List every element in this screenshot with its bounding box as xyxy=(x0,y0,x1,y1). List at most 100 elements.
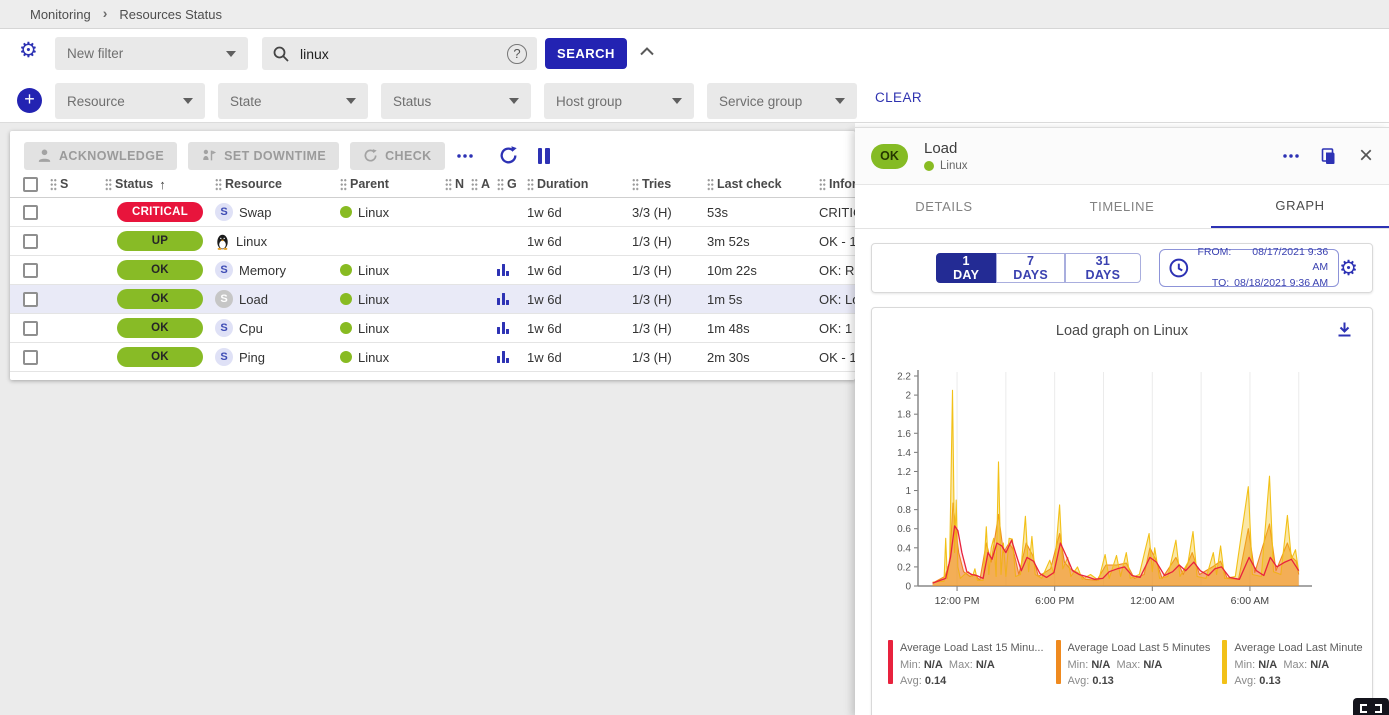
graph-icon[interactable] xyxy=(497,322,509,334)
custom-time-range-field[interactable]: FROM:08/17/2021 9:36 AM TO:08/18/2021 9:… xyxy=(1159,249,1339,287)
tab-timeline[interactable]: TIMELINE xyxy=(1033,185,1211,228)
select-all-checkbox[interactable] xyxy=(23,177,38,192)
panel-more-actions-icon[interactable] xyxy=(1282,154,1299,158)
row-checkbox[interactable] xyxy=(23,292,38,307)
row-checkbox[interactable] xyxy=(23,234,38,249)
status-filter-label: Status xyxy=(393,94,431,109)
legend-item-load-1m[interactable]: Average Load Last Minute Min: N/A Max: N… xyxy=(1222,640,1362,690)
duration-cell: 1w 6d xyxy=(527,263,632,278)
sort-ascending-icon[interactable]: ↑ xyxy=(159,177,166,192)
drag-handle-icon[interactable] xyxy=(445,178,452,191)
copy-link-icon[interactable] xyxy=(1319,146,1339,166)
tab-graph[interactable]: GRAPH xyxy=(1211,185,1389,228)
drag-handle-icon[interactable] xyxy=(527,178,534,191)
refresh-list-icon[interactable] xyxy=(498,145,519,166)
column-header-status[interactable]: Status↑ xyxy=(105,177,215,192)
column-header-parent[interactable]: Parent xyxy=(340,177,445,191)
parent-name[interactable]: Linux xyxy=(358,350,389,365)
graph-settings-gear-icon[interactable]: ⚙ xyxy=(1339,258,1358,279)
column-header-duration[interactable]: Duration xyxy=(527,177,632,191)
drag-handle-icon[interactable] xyxy=(50,178,57,191)
legend-item-load-15m[interactable]: Average Load Last 15 Minu... Min: N/A Ma… xyxy=(888,640,1044,690)
graph-icon[interactable] xyxy=(497,264,509,276)
clear-filters-button[interactable]: CLEAR xyxy=(875,90,922,105)
close-panel-icon[interactable]: × xyxy=(1359,144,1373,168)
person-icon xyxy=(37,148,52,163)
time-range-31-days-button[interactable]: 31 DAYS xyxy=(1065,253,1141,283)
resource-name[interactable]: Linux xyxy=(236,234,267,249)
column-header-graph[interactable]: G xyxy=(497,177,527,191)
tab-details[interactable]: DETAILS xyxy=(855,185,1033,228)
set-downtime-button[interactable]: SET DOWNTIME xyxy=(188,142,339,170)
drag-handle-icon[interactable] xyxy=(819,178,826,191)
drag-handle-icon[interactable] xyxy=(497,178,504,191)
table-row[interactable]: UP Linux 1w 6d 1/3 (H) 3m 52s xyxy=(10,227,855,256)
parent-status-dot xyxy=(340,206,352,218)
parent-name[interactable]: Linux xyxy=(358,321,389,336)
column-header-action[interactable]: A xyxy=(471,177,497,191)
host-group-filter-select[interactable]: Host group xyxy=(544,83,694,119)
more-actions-icon[interactable] xyxy=(456,154,473,158)
resource-name[interactable]: Swap xyxy=(239,205,272,220)
drag-handle-icon[interactable] xyxy=(707,178,714,191)
column-header-resource[interactable]: Resource xyxy=(215,177,340,191)
table-row[interactable]: OK SMemory Linux 1w 6d 1/3 (H) 10m 22s O… xyxy=(10,256,855,285)
add-criteria-button[interactable]: + xyxy=(17,88,42,113)
svg-text:0: 0 xyxy=(905,582,911,593)
row-checkbox[interactable] xyxy=(23,205,38,220)
time-range-1-day-button[interactable]: 1 DAY xyxy=(936,253,996,283)
filter-settings-gear-icon[interactable]: ⚙ xyxy=(19,40,38,61)
drag-handle-icon[interactable] xyxy=(471,178,478,191)
table-row-selected[interactable]: OK SLoad Linux 1w 6d 1/3 (H) 1m 5s OK: L… xyxy=(10,285,855,314)
saved-filter-select[interactable]: New filter xyxy=(55,37,248,70)
resource-detail-panel: OK Load Linux × DETAILS TIMELINE xyxy=(855,127,1389,715)
resource-name[interactable]: Ping xyxy=(239,350,265,365)
table-row[interactable]: OK SPing Linux 1w 6d 1/3 (H) 2m 30s OK -… xyxy=(10,343,855,372)
resource-name[interactable]: Cpu xyxy=(239,321,263,336)
row-checkbox[interactable] xyxy=(23,263,38,278)
column-header-information[interactable]: Information xyxy=(819,177,855,191)
parent-name[interactable]: Linux xyxy=(358,292,389,307)
column-header-severity[interactable]: S xyxy=(50,177,105,191)
state-filter-select[interactable]: State xyxy=(218,83,368,119)
parent-name[interactable]: Linux xyxy=(358,263,389,278)
column-header-tries[interactable]: Tries xyxy=(632,177,707,191)
column-header-last-check[interactable]: Last check xyxy=(707,177,819,191)
status-filter-select[interactable]: Status xyxy=(381,83,531,119)
tries-cell: 1/3 (H) xyxy=(632,321,707,336)
time-range-7-days-button[interactable]: 7 DAYS xyxy=(996,253,1065,283)
search-input[interactable]: linux ? xyxy=(262,37,537,70)
service-group-filter-select[interactable]: Service group xyxy=(707,83,857,119)
drag-handle-icon[interactable] xyxy=(105,178,112,191)
information-cell: OK: Loa xyxy=(819,292,855,307)
service-icon: S xyxy=(215,261,233,279)
acknowledge-button[interactable]: ACKNOWLEDGE xyxy=(24,142,177,170)
to-value[interactable]: 08/18/2021 9:36 AM xyxy=(1234,276,1328,291)
drag-handle-icon[interactable] xyxy=(215,178,222,191)
legend-item-load-5m[interactable]: Average Load Last 5 Minutes Min: N/A Max… xyxy=(1056,640,1211,690)
row-checkbox[interactable] xyxy=(23,350,38,365)
load-graph-chart[interactable]: 00.20.40.60.811.21.41.61.822.212:00 PM6:… xyxy=(882,364,1362,614)
drag-handle-icon[interactable] xyxy=(632,178,639,191)
column-header-notes[interactable]: N xyxy=(445,177,471,191)
table-row[interactable]: OK SCpu Linux 1w 6d 1/3 (H) 1m 48s OK: 1… xyxy=(10,314,855,343)
check-button[interactable]: CHECK xyxy=(350,142,444,170)
parent-name[interactable]: Linux xyxy=(358,205,389,220)
search-help-icon[interactable]: ? xyxy=(507,44,527,64)
resource-name[interactable]: Load xyxy=(239,292,268,307)
drag-handle-icon[interactable] xyxy=(340,178,347,191)
export-graph-download-icon[interactable] xyxy=(1335,320,1354,339)
breadcrumb-monitoring[interactable]: Monitoring xyxy=(30,7,91,22)
table-row[interactable]: CRITICAL SSwap Linux 1w 6d 3/3 (H) 53s C… xyxy=(10,198,855,227)
from-value[interactable]: 08/17/2021 9:36 AM xyxy=(1236,245,1328,275)
graph-icon[interactable] xyxy=(497,293,509,305)
resource-name[interactable]: Memory xyxy=(239,263,286,278)
row-checkbox[interactable] xyxy=(23,321,38,336)
graph-icon[interactable] xyxy=(497,351,509,363)
search-value[interactable]: linux xyxy=(300,46,497,62)
breadcrumb-resources-status[interactable]: Resources Status xyxy=(119,7,222,22)
collapse-filters-chevron-up-icon[interactable] xyxy=(640,47,654,56)
pause-autorefresh-icon[interactable] xyxy=(538,148,550,164)
resource-filter-select[interactable]: Resource xyxy=(55,83,205,119)
search-button[interactable]: SEARCH xyxy=(545,38,627,69)
